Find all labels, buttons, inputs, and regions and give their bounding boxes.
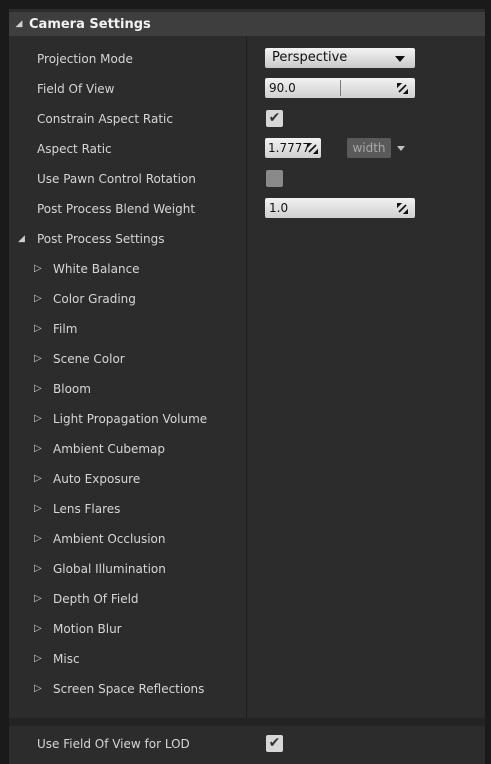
use-fov-lod-label: Use Field Of View for LOD	[37, 737, 190, 751]
use-pawn-checkbox[interactable]	[266, 170, 283, 187]
use-pawn-label: Use Pawn Control Rotation	[37, 172, 196, 186]
post-process-item-label: Color Grading	[53, 292, 136, 306]
post-process-item[interactable]: ▷ Screen Space Reflections	[9, 674, 485, 704]
triangle-expanded-icon[interactable]: ◢	[9, 19, 29, 29]
post-process-item-label: Ambient Occlusion	[53, 532, 166, 546]
drag-handle-icon[interactable]	[397, 203, 408, 214]
post-process-item-label: Auto Exposure	[53, 472, 141, 486]
post-process-item-label: Depth Of Field	[53, 592, 139, 606]
post-process-item-label: Light Propagation Volume	[53, 412, 208, 426]
use-fov-lod-checkbox[interactable]: ✔	[266, 735, 283, 752]
post-process-item[interactable]: ▷ Lens Flares	[9, 494, 485, 524]
constrain-aspect-label: Constrain Aspect Ratic	[37, 112, 173, 126]
triangle-collapsed-icon[interactable]: ▷	[34, 494, 42, 524]
post-process-item[interactable]: ▷ Depth Of Field	[9, 584, 485, 614]
post-process-item[interactable]: ▷ Auto Exposure	[9, 464, 485, 494]
section-separator	[9, 718, 485, 726]
aspect-ratio-input[interactable]: 1.7777	[265, 138, 321, 158]
row-post-process-settings[interactable]: ◢ Post Process Settings	[9, 224, 485, 254]
field-of-view-input[interactable]: 90.0	[265, 78, 415, 98]
post-process-item-label: Misc	[53, 652, 80, 666]
blend-weight-label: Post Process Blend Weight	[37, 202, 196, 216]
blend-weight-input[interactable]: 1.0	[265, 198, 415, 218]
post-process-item[interactable]: ▷ Misc	[9, 644, 485, 674]
post-process-item[interactable]: ▷ Motion Blur	[9, 614, 485, 644]
post-process-item-label: Bloom	[53, 382, 91, 396]
camera-settings-header[interactable]: ◢ Camera Settings	[9, 12, 485, 36]
projection-mode-dropdown[interactable]: Perspective	[265, 48, 415, 68]
drag-handle-icon[interactable]	[397, 83, 408, 94]
triangle-collapsed-icon[interactable]: ▷	[34, 434, 42, 464]
triangle-collapsed-icon[interactable]: ▷	[34, 284, 42, 314]
post-process-item-label: Motion Blur	[53, 622, 122, 636]
panel-edge	[485, 9, 491, 764]
top-frame	[9, 0, 491, 9]
blend-weight-value: 1.0	[269, 201, 289, 215]
post-process-item-label: White Balance	[53, 262, 140, 276]
row-projection-mode: Projection Mode Perspective	[9, 44, 485, 74]
triangle-collapsed-icon[interactable]: ▷	[34, 254, 42, 284]
chevron-down-icon	[395, 56, 405, 62]
row-use-pawn-control-rotation: Use Pawn Control Rotation	[9, 164, 485, 194]
constrain-aspect-checkbox[interactable]: ✔	[266, 110, 283, 127]
row-aspect-ratio: Aspect Ratic 1.7777 width	[9, 134, 485, 164]
row-field-of-view: Field Of View 90.0	[9, 74, 485, 104]
triangle-collapsed-icon[interactable]: ▷	[34, 404, 42, 434]
triangle-collapsed-icon[interactable]: ▷	[34, 554, 42, 584]
post-process-item[interactable]: ▷ Ambient Occlusion	[9, 524, 485, 554]
post-process-item-label: Lens Flares	[53, 502, 121, 516]
post-process-item[interactable]: ▷ Color Grading	[9, 284, 485, 314]
aspect-preset-combo[interactable]: width	[347, 138, 391, 158]
post-process-item-label: Scene Color	[53, 352, 125, 366]
post-process-item[interactable]: ▷ White Balance	[9, 254, 485, 284]
row-use-fov-for-lod: Use Field Of View for LOD ✔	[9, 729, 485, 759]
post-process-item[interactable]: ▷ Scene Color	[9, 344, 485, 374]
aspect-ratio-value: 1.7777	[268, 141, 310, 155]
triangle-collapsed-icon[interactable]: ▷	[34, 524, 42, 554]
post-process-item-label: Global Illumination	[53, 562, 166, 576]
triangle-collapsed-icon[interactable]: ▷	[34, 374, 42, 404]
row-constrain-aspect: Constrain Aspect Ratic ✔	[9, 104, 485, 134]
triangle-collapsed-icon[interactable]: ▷	[34, 314, 42, 344]
post-process-settings-label: Post Process Settings	[37, 232, 165, 246]
post-process-item[interactable]: ▷ Film	[9, 314, 485, 344]
checkmark-icon: ✔	[268, 735, 281, 751]
post-process-item[interactable]: ▷ Global Illumination	[9, 554, 485, 584]
post-process-item-label: Screen Space Reflections	[53, 682, 205, 696]
post-process-item-label: Ambient Cubemap	[53, 442, 166, 456]
post-process-item-label: Film	[53, 322, 78, 336]
triangle-collapsed-icon[interactable]: ▷	[34, 674, 42, 704]
post-process-item[interactable]: ▷ Ambient Cubemap	[9, 434, 485, 464]
field-of-view-value: 90.0	[269, 81, 296, 95]
field-of-view-label: Field Of View	[37, 82, 115, 96]
triangle-expanded-icon[interactable]: ◢	[18, 224, 25, 254]
triangle-collapsed-icon[interactable]: ▷	[34, 614, 42, 644]
triangle-collapsed-icon[interactable]: ▷	[34, 464, 42, 494]
post-process-item[interactable]: ▷ Bloom	[9, 374, 485, 404]
projection-mode-label: Projection Mode	[37, 52, 133, 66]
category-title: Camera Settings	[29, 16, 151, 32]
row-blend-weight: Post Process Blend Weight 1.0	[9, 194, 485, 224]
post-process-item[interactable]: ▷ Light Propagation Volume	[9, 404, 485, 434]
drag-handle-icon[interactable]	[307, 143, 318, 154]
slider-fill-marker	[340, 80, 341, 96]
projection-mode-value: Perspective	[272, 50, 348, 65]
triangle-collapsed-icon[interactable]: ▷	[34, 344, 42, 374]
aspect-preset-value: width	[352, 141, 386, 155]
triangle-collapsed-icon[interactable]: ▷	[34, 584, 42, 614]
checkmark-icon: ✔	[268, 110, 281, 126]
chevron-down-icon[interactable]	[397, 146, 405, 151]
triangle-collapsed-icon[interactable]: ▷	[34, 644, 42, 674]
aspect-ratio-label: Aspect Ratic	[37, 142, 112, 156]
